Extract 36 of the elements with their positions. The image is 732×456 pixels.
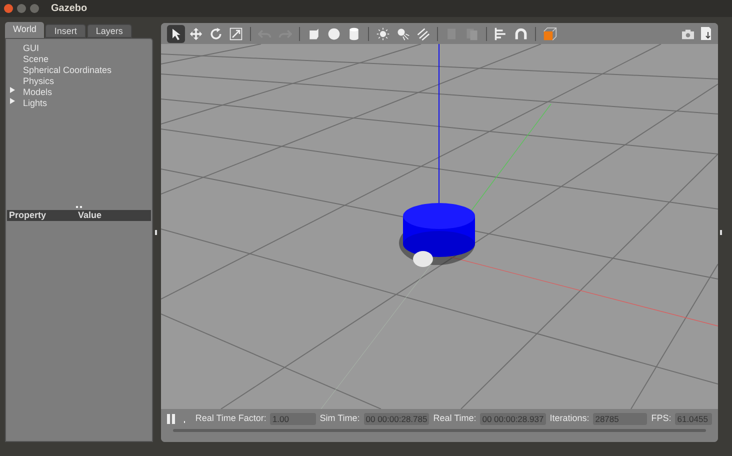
robot-drawing[interactable]	[399, 203, 475, 267]
status-value-field: 00 00:00:28.785	[364, 413, 430, 425]
panel-tab[interactable]: Insert	[45, 24, 86, 38]
status-value-field: 00 00:00:28.937	[480, 413, 546, 425]
scrollbar[interactable]	[173, 429, 706, 432]
expand-arrow-icon[interactable]	[10, 98, 15, 104]
status-value-field: 61.0455	[675, 413, 712, 425]
splitter-handle[interactable]	[155, 230, 157, 235]
tree-item[interactable]: Scene	[23, 52, 49, 66]
splitter-handle[interactable]	[76, 206, 82, 208]
tree-item[interactable]: Lights	[23, 96, 48, 110]
status-label: Iterations:	[550, 412, 590, 426]
column-header: Property	[8, 210, 48, 221]
cube-icon[interactable]	[541, 24, 559, 42]
panel-tab[interactable]: Layers	[86, 24, 132, 38]
log-document-icon[interactable]	[700, 26, 712, 41]
tree-item[interactable]: Physics	[23, 74, 54, 88]
status-value-field: 28785	[593, 413, 648, 425]
status-label: Real Time:	[433, 412, 476, 426]
pause-button[interactable]	[167, 413, 176, 425]
tree-item[interactable]: Models	[23, 86, 52, 100]
status-label: Real Time Factor:	[195, 412, 266, 426]
status-label: FPS:	[651, 412, 672, 426]
window-title: Gazebo	[51, 2, 88, 16]
panel-tab[interactable]: World	[5, 22, 44, 38]
close-button[interactable]	[4, 4, 13, 13]
tree-item[interactable]: Spherical Coordinates	[23, 64, 112, 78]
status-label: Sim Time:	[320, 412, 360, 426]
expand-arrow-icon[interactable]	[10, 87, 15, 94]
minimize-button[interactable]	[17, 4, 26, 13]
tree-item[interactable]: GUI	[23, 42, 40, 56]
splitter-handle[interactable]	[720, 230, 722, 235]
maximize-button[interactable]	[30, 4, 39, 13]
column-header: Value	[77, 210, 102, 221]
status-value-field: 1.00	[270, 413, 316, 425]
camera-icon[interactable]	[681, 28, 695, 40]
